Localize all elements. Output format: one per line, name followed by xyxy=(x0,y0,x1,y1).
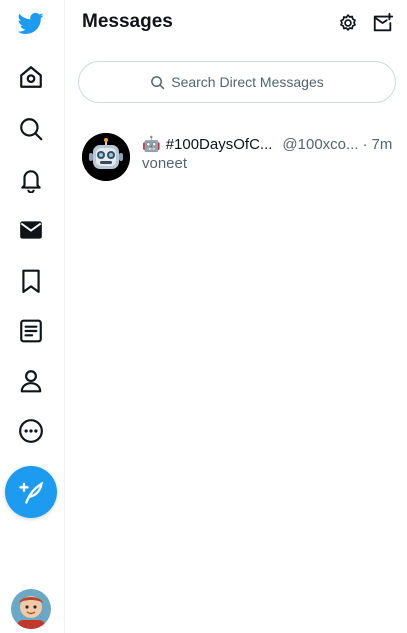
conversation-name: #100DaysOfC... xyxy=(165,135,273,153)
twitter-logo-icon[interactable] xyxy=(15,7,47,39)
person-icon[interactable] xyxy=(15,365,47,397)
robot-emoji-icon: 🤖 xyxy=(142,136,161,153)
more-icon[interactable] xyxy=(15,415,47,447)
list-icon[interactable] xyxy=(15,315,47,347)
search-input[interactable]: Search Direct Messages xyxy=(78,61,396,103)
conversation-time: 7m xyxy=(371,135,393,153)
account-avatar[interactable] xyxy=(11,589,51,629)
home-icon[interactable] xyxy=(15,61,47,93)
new-message-icon[interactable] xyxy=(371,11,395,35)
search-icon[interactable] xyxy=(15,113,47,145)
bookmark-icon[interactable] xyxy=(15,265,47,297)
conversation-header: 🤖 #100DaysOfC... @100xco... · 7m xyxy=(142,135,397,154)
envelope-icon[interactable] xyxy=(15,214,47,246)
conversation-preview: voneet xyxy=(142,155,188,172)
conversation-item[interactable]: 🤖 #100DaysOfC... @100xco... · 7m voneet xyxy=(66,120,407,192)
gear-icon[interactable] xyxy=(336,11,360,35)
search-placeholder: Search Direct Messages xyxy=(171,74,324,90)
feather-plus-icon xyxy=(17,478,45,506)
conversation-handle: @100xco... xyxy=(282,135,359,153)
search-icon xyxy=(150,75,165,90)
separator-dot: · xyxy=(362,135,368,153)
sidebar-nav xyxy=(0,0,65,633)
tweet-button[interactable] xyxy=(5,466,57,518)
messages-panel: Messages Search Direct Messages 🤖 #100Da… xyxy=(66,0,407,633)
bell-icon[interactable] xyxy=(15,164,47,196)
page-title: Messages xyxy=(82,11,173,32)
conversation-avatar xyxy=(82,133,130,181)
